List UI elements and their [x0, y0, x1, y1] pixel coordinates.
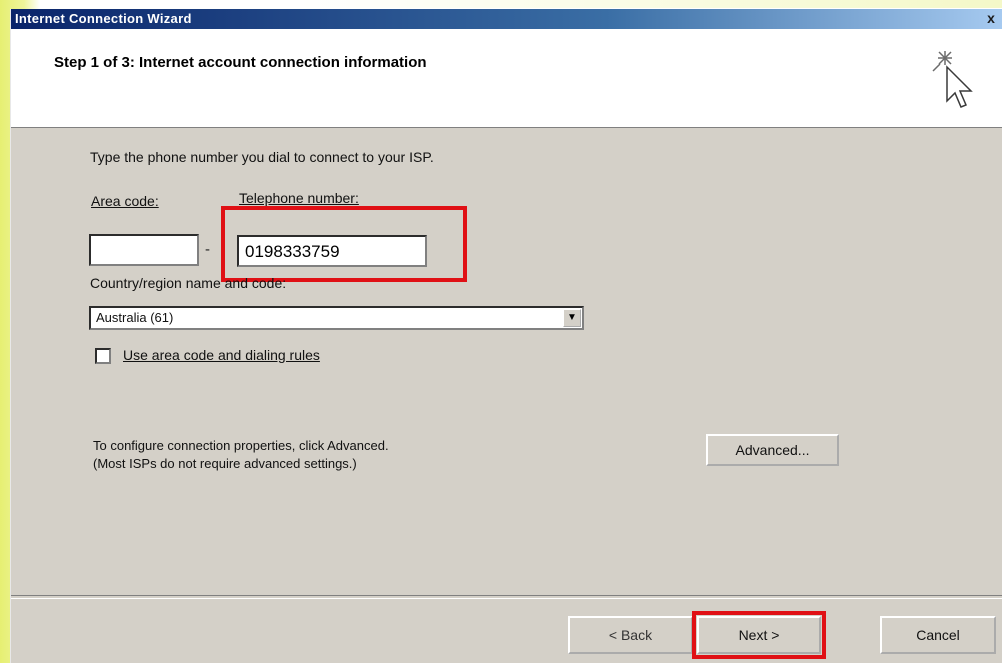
wizard-cursor-sparkle-icon — [932, 51, 973, 108]
back-button[interactable]: < Back — [568, 616, 693, 654]
telephone-number-label: Telephone number: — [239, 190, 359, 206]
advanced-hint-line1: To configure connection properties, clic… — [93, 438, 389, 453]
title-bar: Internet Connection Wizard x — [11, 9, 1002, 29]
wizard-window: Internet Connection Wizard x Step 1 of 3… — [10, 9, 1002, 663]
instruction-text: Type the phone number you dial to connec… — [90, 149, 434, 165]
use-dialing-rules-checkbox[interactable] — [95, 348, 111, 364]
advanced-button[interactable]: Advanced... — [706, 434, 839, 466]
close-button[interactable]: x — [983, 10, 999, 26]
area-code-label: Area code: — [91, 193, 159, 209]
advanced-hint-line2: (Most ISPs do not require advanced setti… — [93, 456, 357, 471]
next-button[interactable]: Next > — [697, 616, 821, 654]
area-code-input[interactable] — [89, 234, 199, 266]
cancel-button[interactable]: Cancel — [880, 616, 996, 654]
country-region-select[interactable]: Australia (61) ▼ — [89, 306, 584, 330]
decorative-top-band — [300, 0, 1002, 8]
chevron-down-icon[interactable]: ▼ — [563, 309, 581, 327]
footer-separator — [11, 595, 1002, 599]
wizard-header: Step 1 of 3: Internet account connection… — [11, 29, 1002, 128]
window-title: Internet Connection Wizard — [15, 11, 192, 26]
dash-separator: - — [205, 241, 210, 258]
use-dialing-rules-label[interactable]: Use area code and dialing rules — [123, 347, 320, 363]
country-region-label: Country/region name and code: — [90, 275, 287, 291]
country-region-value: Australia (61) — [96, 310, 174, 325]
telephone-number-input[interactable]: 0198333759 — [237, 235, 427, 267]
step-title: Step 1 of 3: Internet account connection… — [54, 54, 427, 71]
